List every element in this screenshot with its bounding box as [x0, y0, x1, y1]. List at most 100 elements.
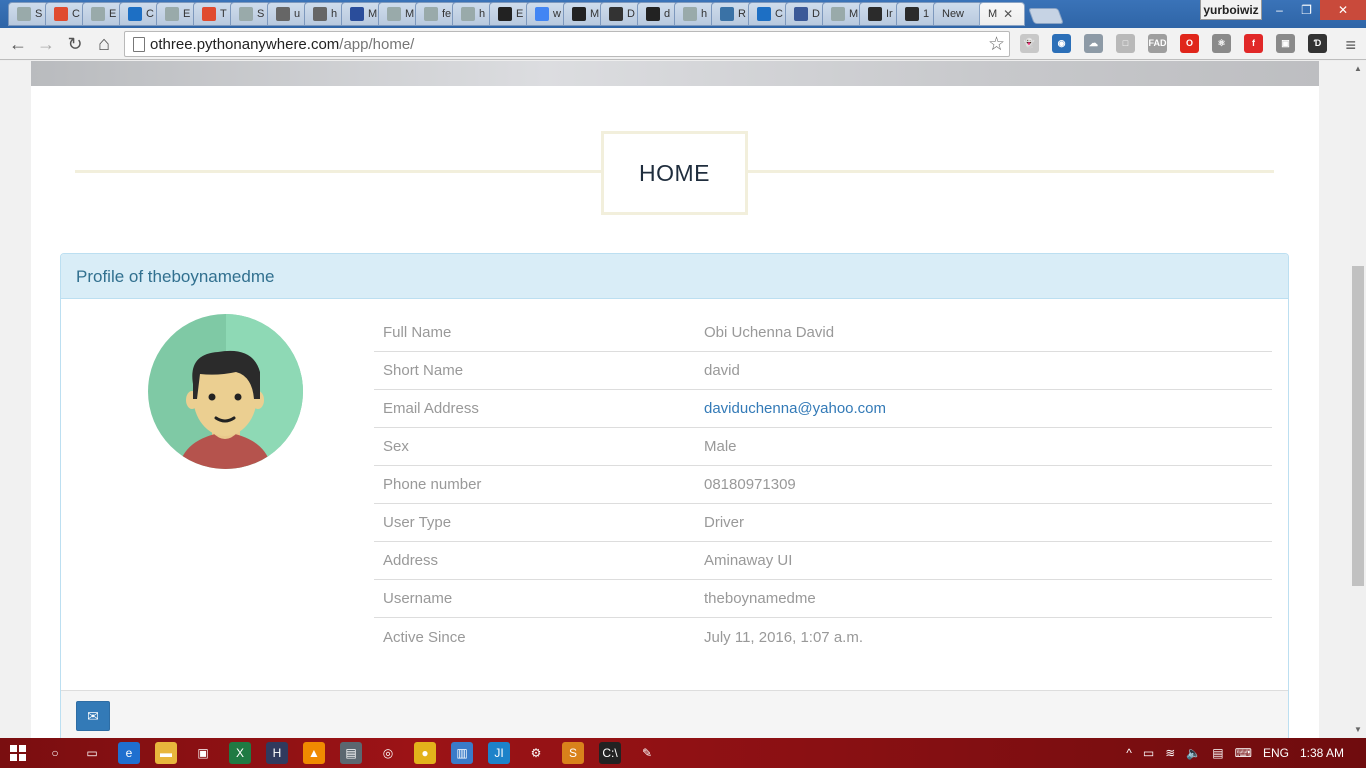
shield-icon [202, 7, 216, 21]
opera-icon[interactable]: O [1180, 34, 1199, 53]
browser-tab[interactable]: E [156, 2, 197, 26]
browser-tab[interactable]: T [193, 2, 234, 26]
page-container: HOME Profile of theboynamedme Full Name … [31, 61, 1319, 738]
app-icon[interactable]: H [266, 742, 288, 764]
tray-chevron-icon[interactable]: ^ [1126, 746, 1132, 760]
browser-tab[interactable]: d [637, 2, 678, 26]
browser-tab[interactable]: h [452, 2, 493, 26]
browser-tab[interactable]: C [119, 2, 160, 26]
d-icon[interactable]: Ɗ [1308, 34, 1327, 53]
browser-tab[interactable]: 1 [896, 2, 937, 26]
browser-tab[interactable]: D [600, 2, 641, 26]
outlook-icon [128, 7, 142, 21]
browser-tab[interactable]: E [489, 2, 530, 26]
tab-close-icon[interactable]: ✕ [1003, 7, 1013, 21]
flipboard-icon[interactable]: f [1244, 34, 1263, 53]
settings-icon[interactable]: ⚙ [525, 742, 547, 764]
ghost-icon[interactable]: 👻 [1020, 34, 1039, 53]
folder-icon[interactable]: ▬ [155, 742, 177, 764]
excel-icon[interactable]: X [229, 742, 251, 764]
maximize-button[interactable]: ❐ [1293, 0, 1320, 20]
language-indicator[interactable]: ENG [1263, 746, 1289, 760]
browser-tab[interactable]: R [711, 2, 752, 26]
browser-tab[interactable]: E [82, 2, 123, 26]
new-tab-button[interactable] [1028, 8, 1064, 24]
active-browser-tab[interactable]: M ✕ [979, 2, 1025, 26]
vlc-icon[interactable]: ▲ [303, 742, 325, 764]
keyboard-icon[interactable]: ⌨ [1235, 746, 1252, 760]
browser-tab[interactable]: S [230, 2, 271, 26]
browser-tab[interactable]: M [341, 2, 382, 26]
url-text[interactable]: othree.pythonanywhere.com/app/home/ [150, 36, 414, 53]
field-label: Address [383, 552, 439, 569]
photos-icon[interactable]: ▤ [340, 742, 362, 764]
tab-title: D [627, 8, 635, 20]
search-icon[interactable]: ○ [44, 742, 66, 764]
paint-icon[interactable]: ✎ [636, 742, 658, 764]
reload-button[interactable]: ↻ [63, 32, 87, 56]
scrollbar-thumb[interactable] [1352, 266, 1364, 586]
tab-title: E [109, 8, 117, 20]
browser-tab[interactable]: D [785, 2, 826, 26]
globe-icon[interactable]: ◉ [1052, 34, 1071, 53]
browser-tab[interactable]: C [748, 2, 789, 26]
vertical-scrollbar[interactable]: ▲ ▼ [1350, 61, 1366, 738]
send-message-button[interactable]: ✉ [76, 701, 110, 731]
store-icon[interactable]: ▣ [192, 742, 214, 764]
clock[interactable]: 1:38 AM [1300, 746, 1344, 760]
fad-icon[interactable]: FAD [1148, 34, 1167, 53]
edge-icon[interactable]: e [118, 742, 140, 764]
browser-tab[interactable]: u [267, 2, 308, 26]
tab-title: Ir [886, 8, 893, 20]
browser-tab[interactable]: h [304, 2, 345, 26]
minimize-button[interactable]: – [1266, 0, 1293, 20]
task-view-icon[interactable]: ▭ [81, 742, 103, 764]
field-label: Username [383, 590, 453, 607]
wifi-icon[interactable]: ≋ [1165, 746, 1175, 760]
email-link[interactable]: daviduchenna@yahoo.com [704, 400, 1272, 417]
menu-icon[interactable]: ≡ [1345, 35, 1356, 56]
scroll-down-arrow-icon[interactable]: ▼ [1350, 722, 1366, 738]
forward-button[interactable]: → [34, 32, 58, 56]
address-bar[interactable]: othree.pythonanywhere.com/app/home/ ☆ [124, 31, 1010, 57]
green-dot-icon [868, 7, 882, 21]
chrome-icon[interactable]: ● [414, 742, 436, 764]
jetbrains-icon[interactable]: JI [488, 742, 510, 764]
taskbar-apps: ○ ▭ e ▬ ▣ X H ▲ ▤ ◎ ● ▥ JI ⚙ S C:\ ✎ [44, 742, 673, 764]
notepad-icon[interactable]: ▥ [451, 742, 473, 764]
browser-tab[interactable]: fe [415, 2, 456, 26]
back-button[interactable]: ← [6, 32, 30, 56]
shield-icon [54, 7, 68, 21]
browser-tab[interactable]: C [45, 2, 86, 26]
camera-icon[interactable]: ▣ [1276, 34, 1295, 53]
scroll-up-arrow-icon[interactable]: ▲ [1350, 61, 1366, 77]
browser-tab[interactable]: h [674, 2, 715, 26]
cube-icon[interactable]: □ [1116, 34, 1135, 53]
browser-tab[interactable]: M [822, 2, 863, 26]
media-icon[interactable]: ◎ [377, 742, 399, 764]
tab-title: M [405, 8, 415, 20]
page-icon [165, 7, 179, 21]
bookmark-star-icon[interactable]: ☆ [988, 33, 1005, 56]
field-label: Phone number [383, 476, 482, 493]
close-window-button[interactable]: ✕ [1320, 0, 1366, 20]
cloud-icon[interactable]: ☁ [1084, 34, 1103, 53]
browser-tab[interactable]: New [933, 2, 983, 26]
notifications-icon[interactable]: ▤ [1212, 746, 1223, 760]
volume-icon[interactable]: 🔈 [1186, 746, 1201, 760]
cmd-icon[interactable]: C:\ [599, 742, 621, 764]
profile-name-button[interactable]: yurboiwiz [1200, 0, 1262, 20]
start-button[interactable] [10, 745, 26, 761]
sublime-icon[interactable]: S [562, 742, 584, 764]
browser-tab[interactable]: w [526, 2, 567, 26]
browser-tab[interactable]: M [563, 2, 604, 26]
tab-title: M [988, 8, 998, 20]
battery-icon[interactable]: ▭ [1143, 746, 1154, 760]
field-label: User Type [383, 514, 452, 531]
home-button[interactable]: ⌂ [92, 32, 116, 56]
react-icon[interactable]: ⚛ [1212, 34, 1231, 53]
browser-tab[interactable]: M [378, 2, 419, 26]
browser-tab[interactable]: S [8, 2, 49, 26]
browser-tab[interactable]: Ir [859, 2, 900, 26]
tab-title: M [849, 8, 859, 20]
